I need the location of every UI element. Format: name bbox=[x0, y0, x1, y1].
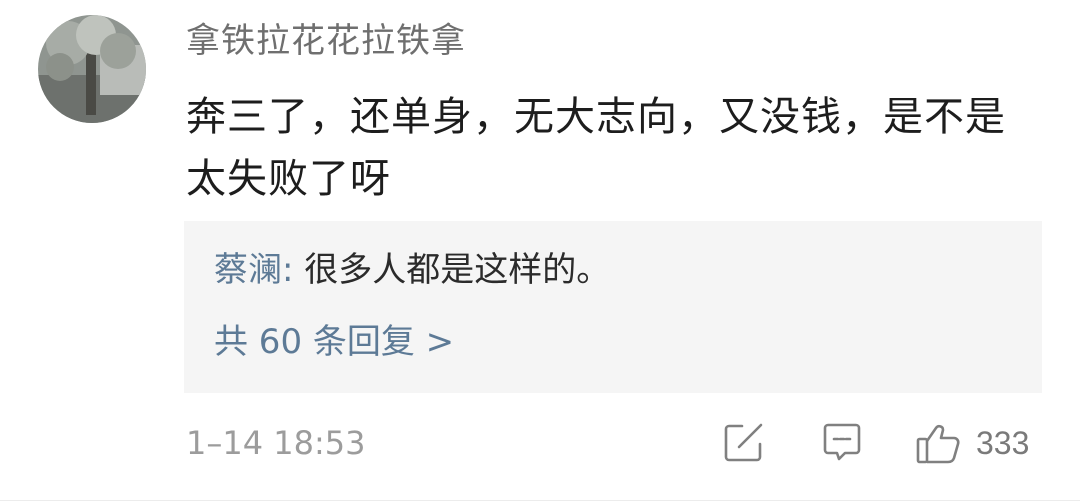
reply-author[interactable]: 蔡澜 bbox=[214, 250, 282, 290]
comment-timestamp: 1–14 18:53 bbox=[186, 424, 366, 462]
comment-button[interactable] bbox=[820, 420, 864, 468]
edit-button[interactable] bbox=[722, 420, 766, 468]
reply-separator: : bbox=[282, 250, 294, 290]
comment-icon bbox=[823, 423, 861, 461]
avatar[interactable] bbox=[38, 15, 146, 123]
view-all-replies-link[interactable]: 共 60 条回复 > bbox=[214, 319, 454, 365]
avatar-image bbox=[38, 15, 146, 123]
comment-text: 奔三了，还单身，无大志向，又没钱，是不是太失败了呀 bbox=[186, 94, 1006, 202]
like-count: 333 bbox=[976, 425, 1030, 461]
thumbs-up-icon bbox=[916, 424, 960, 464]
edit-icon bbox=[724, 423, 763, 462]
comment-username[interactable]: 拿铁拉花花拉铁拿 bbox=[186, 18, 466, 64]
reply-text: 很多人都是这样的。 bbox=[293, 250, 611, 290]
reply-preview[interactable]: 蔡澜: 很多人都是这样的。 共 60 条回复 > bbox=[184, 221, 1042, 393]
reply-line: 蔡澜: 很多人都是这样的。 bbox=[214, 247, 610, 293]
like-button[interactable]: 333 bbox=[914, 420, 1029, 466]
